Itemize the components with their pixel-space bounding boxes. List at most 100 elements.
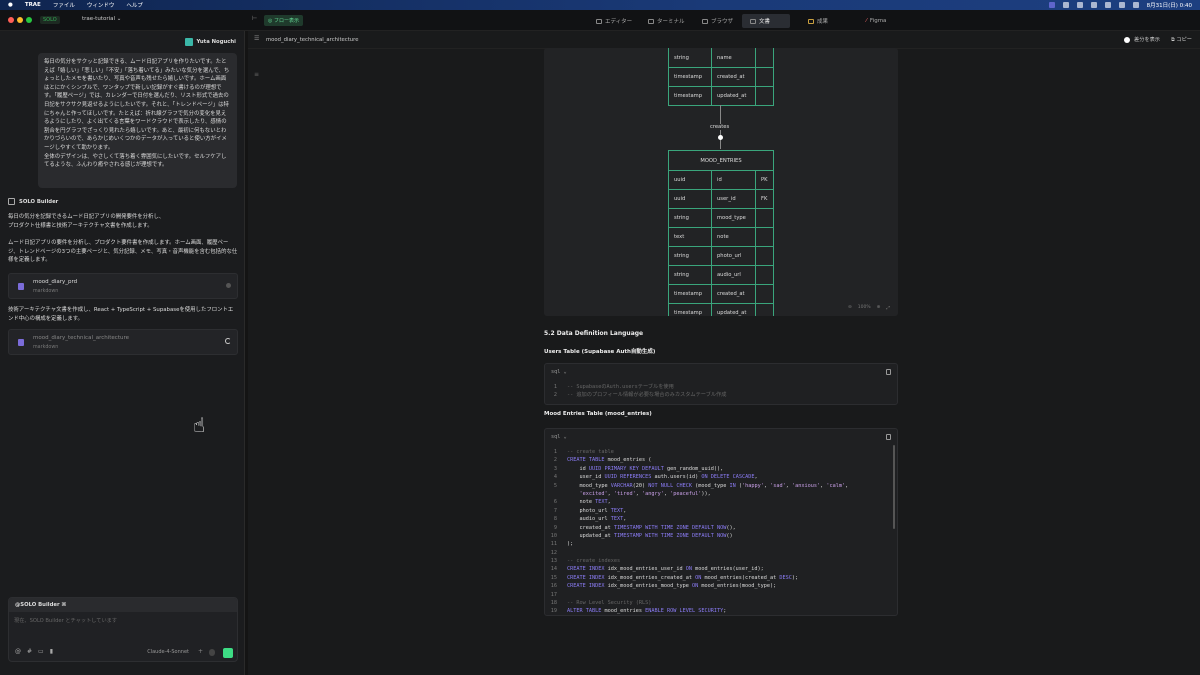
file-card-architecture[interactable]: mood_diary_technical_architecture markdo… [8,329,238,355]
doc-header: ☰ mood_diary_technical_architecture 差分を表… [248,31,1200,49]
clock[interactable]: 8月31日(日) 0:40 [1147,1,1192,9]
search-icon[interactable] [1132,2,1139,8]
copy-code-icon[interactable] [886,434,891,440]
language-selector[interactable]: sql ⌄ [551,434,567,440]
er-cell: PK [755,171,773,189]
image-icon[interactable]: ▭ [38,648,44,655]
status-icon[interactable] [1104,2,1111,8]
line-number [545,490,567,498]
minimize-button[interactable] [17,17,23,23]
status-icon[interactable] [1090,2,1097,8]
line-number: 14 [550,566,557,573]
copy-button[interactable]: ⧉ コピー [1171,36,1192,44]
send-button[interactable] [223,648,233,658]
mic-icon[interactable] [209,649,215,656]
language-selector[interactable]: sql ⌄ [551,369,567,375]
assistant-message: 技術アーキテクチャ文書を作成し、React + TypeScript + Sup… [8,307,234,322]
project-selector[interactable]: trae-tutorial ⌄ [82,16,121,22]
mention-icon[interactable]: @ [15,648,21,655]
tab-label: 成果 [817,19,829,25]
tab-terminal[interactable]: ターミナル [640,14,693,28]
line-number: 12 [550,549,557,556]
er-table-users: string name timestamp created_at timestamp up… [668,48,774,106]
code-line: 10 updated_at TIMESTAMP WITH TIME ZONE D… [545,532,897,540]
line-number: 15 [550,574,557,581]
wifi-icon[interactable] [1118,2,1125,8]
project-name: trae-tutorial [82,16,116,22]
line-number: 2 [553,392,557,399]
mention-chip[interactable]: @SOLO Builder ⌘ [9,598,237,612]
zoom-out-icon[interactable]: ⊖ [848,305,852,311]
code-text: -- Row Level Security (RLS) [567,600,652,607]
menu-app[interactable]: TRAE [25,2,41,8]
er-cell: timestamp [674,74,702,80]
apple-icon[interactable]: ● [8,2,13,8]
outline-side-icon[interactable]: ≡ [254,71,259,78]
zoom-button[interactable] [26,17,32,23]
close-button[interactable] [8,17,14,23]
solo-mode-toggle[interactable]: SOLO [40,16,60,24]
add-icon[interactable]: + [198,648,203,655]
line-number: 16 [550,583,557,590]
tab-output[interactable]: 成果 [800,14,836,28]
code-line: 4 user_id UUID REFERENCES auth.users(id)… [545,473,897,481]
hash-icon[interactable]: # [27,648,32,655]
output-icon [808,18,814,24]
file-card-prd[interactable]: mood_diary_prd markdown [8,273,238,299]
menu-window[interactable]: ウィンドウ [87,1,115,9]
show-diff-toggle[interactable]: 差分を表示 [1124,36,1160,43]
menu-help[interactable]: ヘルプ [126,1,143,9]
outline-icon[interactable]: ☰ [254,35,259,42]
model-selector[interactable]: Claude-4-Sonnet [147,649,189,655]
tab-label: エディター [605,19,633,25]
chat-input[interactable]: 現在、SOLO Builder とチャットしています [9,612,237,646]
chat-panel: Yuta Noguchi 毎日の気分をサクッと記録できる、ムード日記アプリを作り… [0,31,245,675]
line-number: 4 [553,474,557,481]
er-cell: updated_at [711,87,755,105]
figma-icon: ⁄ [866,18,867,24]
code-line: 19 ALTER TABLE mood_entries ENABLE ROW LE… [545,607,897,615]
tab-editor[interactable]: エディター [588,14,640,28]
tab-document[interactable]: 文書 [742,14,790,28]
tab-figma[interactable]: ⁄ Figma [858,14,894,28]
er-row: timestamp updated_at [669,86,773,105]
status-icon[interactable] [1076,2,1083,8]
er-table-mood-entries: MOOD_ENTRIES uuid id PK uuid user_id FK string… [668,150,774,316]
doc-filename: mood_diary_technical_architecture [266,37,359,43]
er-cell: FK [755,190,773,208]
sidebar-toggle-icon[interactable]: ⊢ [252,15,257,22]
er-row: timestamp created_at [669,284,773,303]
editor-icon [596,18,602,24]
tab-browser[interactable]: ブラウザ [694,14,741,28]
er-row: string audio_url [669,265,773,284]
line-number: 10 [550,532,557,539]
copy-code-icon[interactable] [886,369,891,375]
flow-view-button[interactable]: ◎ フロー表示 [264,15,303,26]
code-text: updated_at TIMESTAMP WITH TIME ZONE DEFA… [567,532,733,539]
code-line: 16 CREATE INDEX idx_mood_entries_mood_typ… [545,582,897,590]
section-heading: 5.2 Data Definition Language [544,330,644,337]
code-text: 'excited', 'tired', 'angry', 'peaceful')… [579,490,711,497]
show-diff-label: 差分を表示 [1134,37,1160,43]
figma-icon[interactable]: ▮ [50,648,53,655]
er-cell [755,228,773,246]
mouse-cursor-hand-icon: ☝ [193,413,206,437]
language-label: sql [551,434,561,440]
er-cell: string [674,215,689,221]
code-text: mood_type VARCHAR(20) NOT NULL CHECK (mo… [567,482,849,489]
line-number: 7 [553,507,557,514]
code-text: CREATE TABLE mood_entries ( [567,457,652,464]
fit-icon[interactable]: ⤢ [886,305,890,311]
subheading-users: Users Table (Supabase Auth自動生成) [544,349,656,355]
menu-file[interactable]: ファイル [53,1,75,9]
zoom-in-icon[interactable]: ⊕ [877,305,881,311]
er-row: timestamp updated_at [669,303,773,316]
status-icon[interactable] [1062,2,1069,8]
user-message: 毎日の気分をサクッと記録できる、ムード日記アプリを作りたいです。たとえば「嬉しい… [38,53,237,188]
status-icon[interactable] [1048,2,1055,8]
assistant-message: ムード日記アプリの要件を分析し、プロダクト要件書を作成します。ホーム画面、履歴ペ… [8,240,238,264]
line-number: 9 [553,524,557,531]
er-cell [755,247,773,265]
code-text: -- create indexes [567,558,621,565]
er-cell: string [674,54,689,61]
